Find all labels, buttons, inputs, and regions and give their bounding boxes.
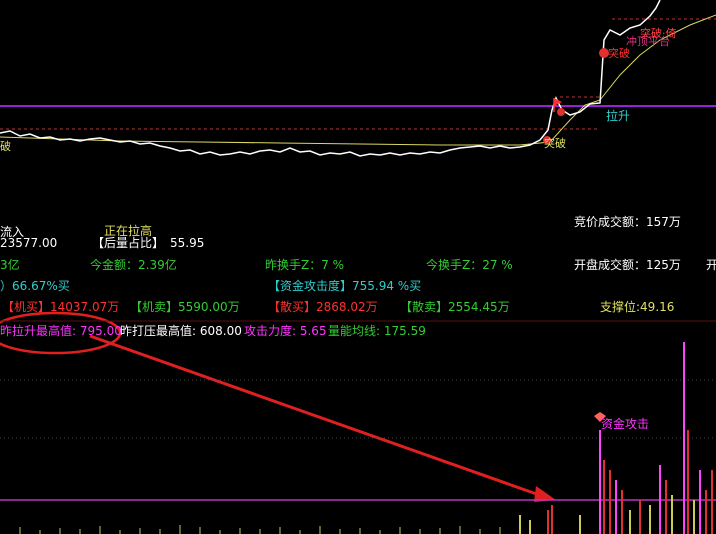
- yesterday-press: 昨打压最高值: 608.00: [120, 324, 242, 338]
- ratio-value: 55.95: [170, 236, 205, 250]
- label-top-right: 突破·倚: [640, 27, 677, 40]
- volume-ticks: [19, 525, 501, 534]
- left-value-3: 3亿: [0, 258, 20, 272]
- today-turnover: 今换手Z：27 %: [426, 258, 513, 272]
- today-amount: 今金额：2.39亿: [90, 258, 177, 272]
- right-cut-label: 开: [706, 258, 716, 272]
- left-value-4: ）66.67%买: [0, 279, 70, 293]
- red-flag: [554, 98, 562, 106]
- attack-strength: 攻击力度: 5.65: [244, 324, 327, 338]
- yesterday-max: 昨拉升最高值: 795.00: [0, 324, 122, 338]
- average-price-line: [0, 14, 716, 146]
- capital-attack-label: 资金攻击: [601, 417, 650, 431]
- open-amount: 开盘成交额：125万: [574, 258, 681, 272]
- label-tupo-low: 突破: [544, 137, 566, 150]
- retail-sell: 【散卖】2554.45万: [400, 300, 510, 314]
- price-line: [0, 0, 661, 157]
- left-value-2: 23577.00: [0, 236, 58, 250]
- label-left-po: 破: [0, 140, 11, 153]
- yesterday-turnover: 昨换手Z：7 %: [265, 258, 345, 272]
- inst-sell: 【机卖】5590.00万: [130, 300, 240, 314]
- auction-amount: 竞价成交额：157万: [574, 215, 681, 229]
- ratio-label: 【后量占比】: [92, 236, 165, 250]
- capital-attack-degree: 【资金攻击度】755.94 %买: [268, 279, 422, 293]
- annotation-arrow: [89, 334, 546, 499]
- label-tupo-mid: 突破: [608, 47, 630, 60]
- inst-buy: 【机买】14037.07万: [2, 300, 120, 314]
- energy-avg: 量能均线: 175.59: [328, 324, 426, 338]
- label-lasheng: 拉升: [606, 109, 631, 123]
- red-dot-2: [557, 108, 565, 116]
- retail-buy: 【散买】2868.02万: [268, 300, 378, 314]
- support-level: 支撑位:49.16: [600, 300, 675, 314]
